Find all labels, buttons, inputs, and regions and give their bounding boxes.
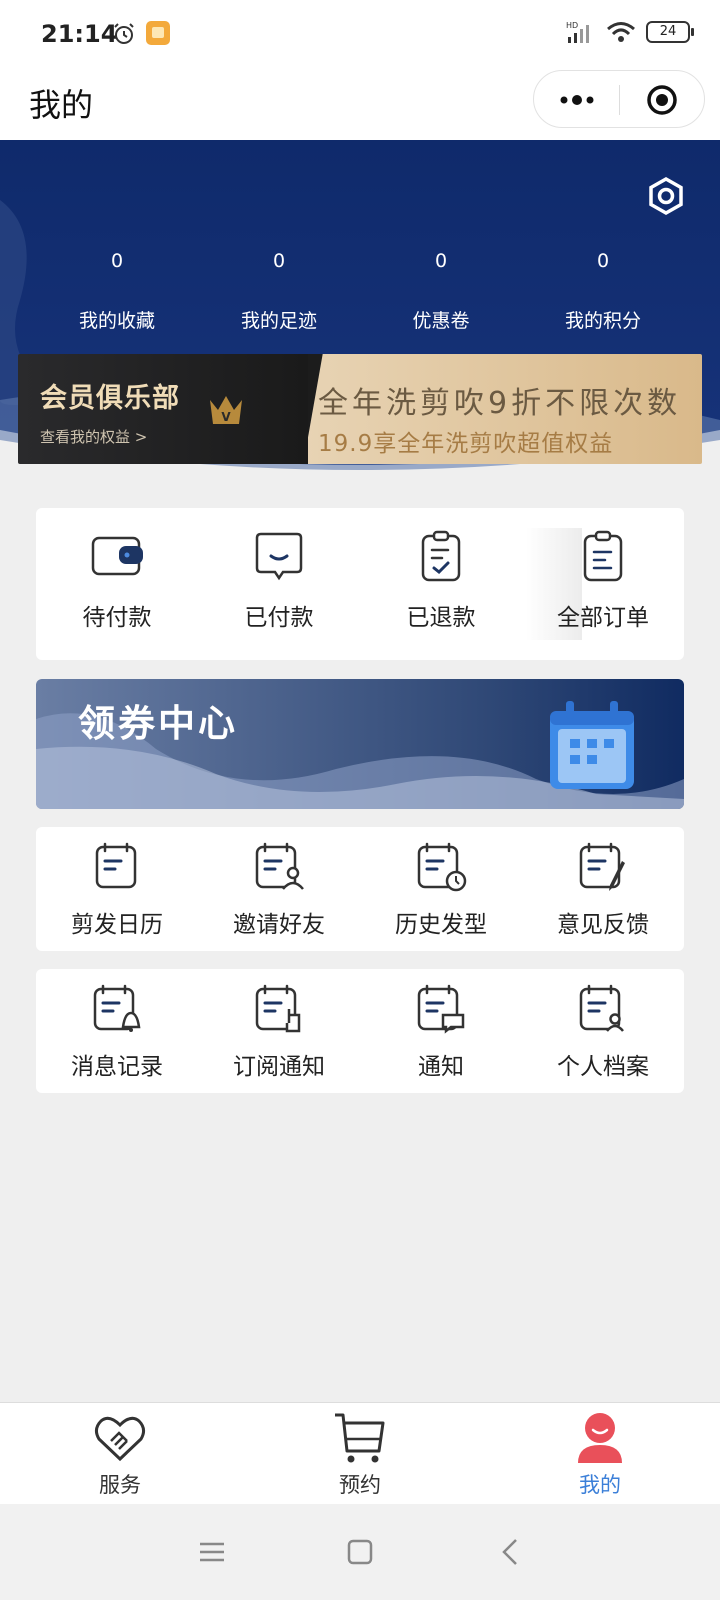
svg-text:HD: HD	[566, 21, 578, 30]
close-target-icon[interactable]	[646, 84, 678, 116]
order-pending-payment[interactable]: 待付款	[36, 528, 198, 632]
stat-value: 0	[596, 250, 610, 272]
tool-label: 个人档案	[557, 1054, 649, 1080]
bottom-tab-bar: 服务 预约 我的	[0, 1402, 720, 1504]
tool-label: 剪发日历	[71, 912, 163, 938]
alarm-icon	[114, 23, 134, 44]
system-nav-bar	[0, 1504, 720, 1600]
status-bar: 21:14 HD 24	[0, 0, 720, 68]
stat-label: 我的收藏	[78, 310, 155, 332]
stat-favorites[interactable]: 0 我的收藏	[42, 250, 192, 333]
note-profile-icon	[579, 984, 624, 1032]
member-club-title: 会员俱乐部	[40, 383, 180, 414]
nav-bar: 我的	[0, 68, 720, 140]
stat-label: 我的积分	[564, 310, 641, 332]
wallet-icon	[91, 536, 143, 576]
cart-icon	[335, 1413, 385, 1463]
tools-card-2: 消息记录 订阅通知 通知 个人档案	[36, 969, 684, 1093]
back-icon[interactable]	[496, 1536, 528, 1568]
stat-label: 优惠卷	[412, 310, 470, 332]
menu-icon[interactable]	[196, 1536, 228, 1568]
clipboard-check-icon	[421, 530, 461, 582]
settings-icon[interactable]	[646, 176, 686, 216]
more-icon[interactable]	[556, 85, 598, 115]
user-icon	[578, 1413, 622, 1463]
stat-coupons[interactable]: 0 优惠卷	[366, 250, 516, 333]
tool-hairstyle-history[interactable]: 历史发型	[360, 841, 522, 939]
stat-label: 我的足迹	[240, 310, 317, 332]
handshake-icon	[94, 1416, 146, 1462]
tab-booking[interactable]: 预约	[300, 1411, 420, 1499]
order-refunded[interactable]: 已退款	[360, 528, 522, 632]
order-label: 已退款	[406, 605, 476, 631]
note-pen-icon	[579, 842, 625, 891]
orders-card: 待付款 已付款 已退款 全部订单	[36, 508, 684, 660]
tool-label: 消息记录	[71, 1054, 163, 1080]
capsule-divider	[619, 85, 620, 115]
view-benefits-link[interactable]: 查看我的权益 >	[40, 426, 147, 447]
member-club-banner[interactable]: 会员俱乐部 查看我的权益 > V 全年洗剪吹9折不限次数 19.9享全年洗剪吹超…	[18, 354, 702, 464]
clipboard-list-icon	[583, 530, 623, 582]
home-icon[interactable]	[344, 1536, 376, 1568]
calendar-icon	[550, 701, 634, 789]
order-paid[interactable]: 已付款	[198, 528, 360, 632]
cell-signal-icon: HD	[566, 21, 589, 43]
stat-value: 0	[434, 250, 448, 272]
coupon-center-banner[interactable]: 领券中心	[36, 679, 684, 809]
stat-value: 0	[272, 250, 286, 272]
message-smile-icon	[255, 532, 303, 581]
tool-label: 订阅通知	[233, 1054, 325, 1080]
member-slogan: 全年洗剪吹9折不限次数	[318, 386, 682, 421]
stat-points[interactable]: 0 我的积分	[528, 250, 678, 333]
tool-personal-profile[interactable]: 个人档案	[522, 983, 684, 1081]
stat-value: 0	[110, 250, 124, 272]
tool-label: 通知	[418, 1054, 464, 1080]
member-subtitle: 19.9享全年洗剪吹超值权益	[318, 431, 614, 457]
order-label: 待付款	[82, 605, 152, 631]
note-user-icon	[255, 842, 304, 890]
tool-invite-friends[interactable]: 邀请好友	[198, 841, 360, 939]
tab-label: 预约	[339, 1473, 381, 1497]
stat-footprints[interactable]: 0 我的足迹	[204, 250, 354, 333]
tool-label: 历史发型	[395, 912, 487, 938]
note-hand-icon	[255, 984, 301, 1033]
miniprogram-capsule	[533, 70, 705, 128]
order-label: 全部订单	[557, 605, 649, 631]
tab-service[interactable]: 服务	[60, 1411, 180, 1499]
tool-label: 意见反馈	[557, 912, 649, 938]
order-all[interactable]: 全部订单	[522, 528, 684, 632]
tools-card-1: 剪发日历 邀请好友 历史发型 意见反馈	[36, 827, 684, 951]
app-notification-icon	[146, 21, 170, 45]
svg-text:V: V	[221, 410, 231, 424]
tool-subscribe-notify[interactable]: 订阅通知	[198, 983, 360, 1081]
tab-label: 我的	[579, 1473, 621, 1497]
wifi-icon	[607, 22, 635, 42]
tab-label: 服务	[99, 1473, 141, 1497]
tool-label: 邀请好友	[233, 912, 325, 938]
note-icon	[95, 842, 137, 889]
tab-mine[interactable]: 我的	[540, 1411, 660, 1499]
order-label: 已付款	[244, 605, 314, 631]
page-title: 我的	[29, 86, 94, 124]
note-bell-icon	[93, 984, 141, 1032]
note-chat-icon	[417, 984, 465, 1034]
tool-haircut-calendar[interactable]: 剪发日历	[36, 841, 198, 939]
note-clock-icon	[417, 842, 467, 892]
tool-notifications[interactable]: 通知	[360, 983, 522, 1081]
battery-indicator: 24	[646, 21, 694, 43]
tool-message-history[interactable]: 消息记录	[36, 983, 198, 1081]
crown-icon: V	[210, 396, 242, 424]
coupon-center-title: 领券中心	[78, 702, 238, 745]
clock: 21:14	[41, 20, 118, 48]
tool-feedback[interactable]: 意见反馈	[522, 841, 684, 939]
